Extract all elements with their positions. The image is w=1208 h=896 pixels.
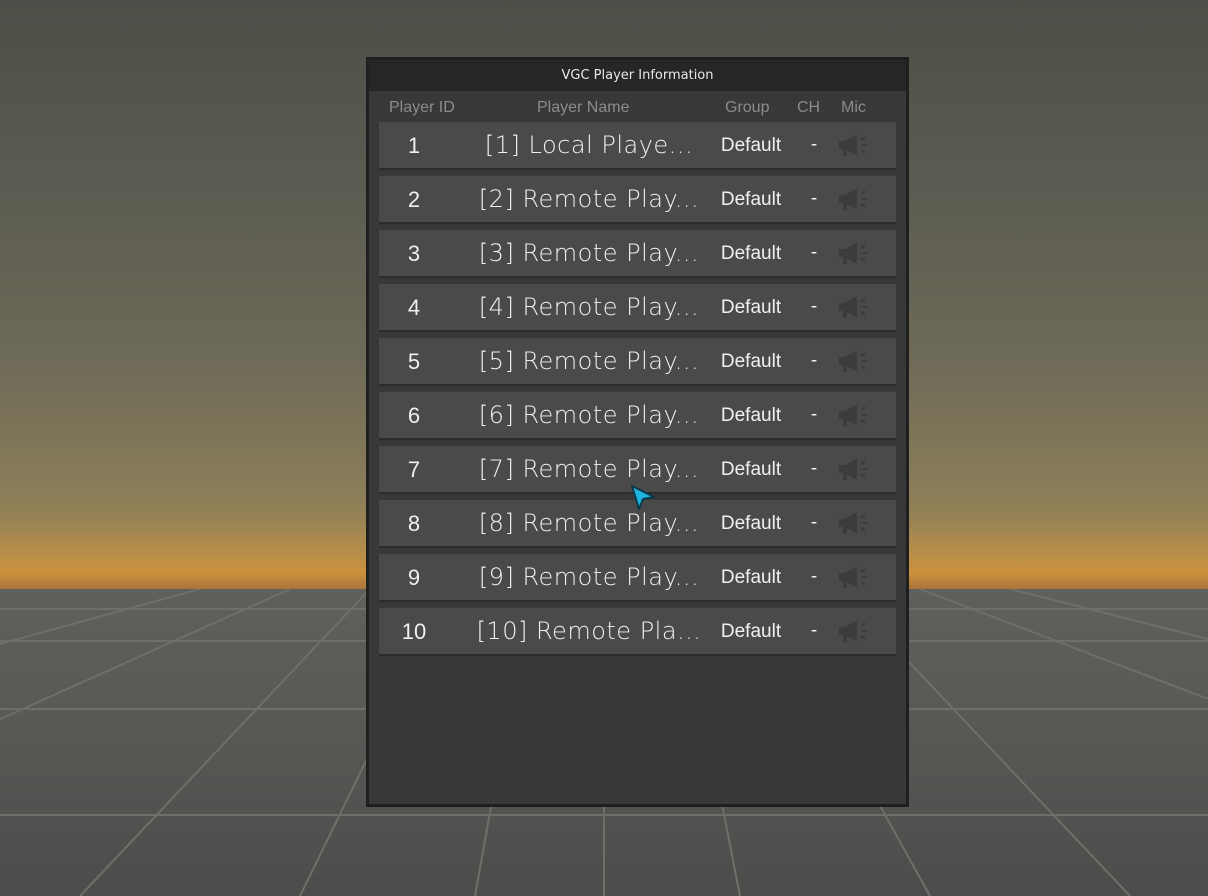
megaphone-icon[interactable] [835,132,871,158]
table-header: Player ID Player Name Group CH Mic [369,91,906,121]
player-channel: - [810,620,818,641]
player-name: [7] Remote Play... [478,455,700,483]
megaphone-icon[interactable] [835,456,871,482]
col-group: Group [725,99,770,116]
player-row[interactable]: 1 [1] Local Playe... Default - [379,122,896,170]
megaphone-icon[interactable] [835,510,871,536]
player-channel: - [810,458,818,479]
col-player-name: Player Name [537,99,630,116]
megaphone-icon[interactable] [835,348,871,374]
pointer-cursor-icon [631,485,655,510]
player-name: [10] Remote Pla... [476,617,702,645]
panel-title: VGC Player Information [369,60,906,91]
player-id: 3 [407,241,421,266]
player-id: 1 [407,133,421,158]
player-group: Default [720,567,782,588]
player-name: [1] Local Playe... [484,131,694,159]
player-id: 5 [407,349,421,374]
player-group: Default [720,297,782,318]
player-channel: - [810,512,818,533]
player-channel: - [810,188,818,209]
player-row[interactable]: 9 [9] Remote Play... Default - [379,554,896,602]
player-id: 10 [401,619,427,644]
player-channel: - [810,350,818,371]
player-info-panel: VGC Player Information Player ID Player … [366,57,909,807]
player-name: [3] Remote Play... [478,239,700,267]
player-row[interactable]: 6 [6] Remote Play... Default - [379,392,896,440]
player-channel: - [810,566,818,587]
col-player-id: Player ID [389,99,455,116]
megaphone-icon[interactable] [835,186,871,212]
player-row[interactable]: 2 [2] Remote Play... Default - [379,176,896,224]
player-id: 7 [407,457,421,482]
player-id: 2 [407,187,421,212]
player-name: [6] Remote Play... [478,401,700,429]
megaphone-icon[interactable] [835,294,871,320]
player-channel: - [810,134,818,155]
player-channel: - [810,404,818,425]
player-row[interactable]: 4 [4] Remote Play... Default - [379,284,896,332]
megaphone-icon[interactable] [835,618,871,644]
player-row[interactable]: 3 [3] Remote Play... Default - [379,230,896,278]
col-mic: Mic [841,99,866,116]
player-name: [2] Remote Play... [478,185,700,213]
player-channel: - [810,296,818,317]
player-row[interactable]: 10 [10] Remote Pla... Default - [379,608,896,656]
player-name: [9] Remote Play... [478,563,700,591]
player-list: 1 [1] Local Playe... Default - 2 [2] Rem… [379,122,896,662]
player-group: Default [720,513,782,534]
megaphone-icon[interactable] [835,402,871,428]
player-name: [5] Remote Play... [478,347,700,375]
player-id: 4 [407,295,421,320]
player-id: 8 [407,511,421,536]
player-channel: - [810,242,818,263]
megaphone-icon[interactable] [835,564,871,590]
player-group: Default [720,243,782,264]
player-group: Default [720,621,782,642]
player-group: Default [720,405,782,426]
megaphone-icon[interactable] [835,240,871,266]
player-group: Default [720,135,782,156]
player-id: 9 [407,565,421,590]
player-id: 6 [407,403,421,428]
player-name: [8] Remote Play... [478,509,700,537]
player-group: Default [720,351,782,372]
player-group: Default [720,459,782,480]
player-name: [4] Remote Play... [478,293,700,321]
player-row[interactable]: 5 [5] Remote Play... Default - [379,338,896,386]
col-channel: CH [797,99,821,116]
player-group: Default [720,189,782,210]
